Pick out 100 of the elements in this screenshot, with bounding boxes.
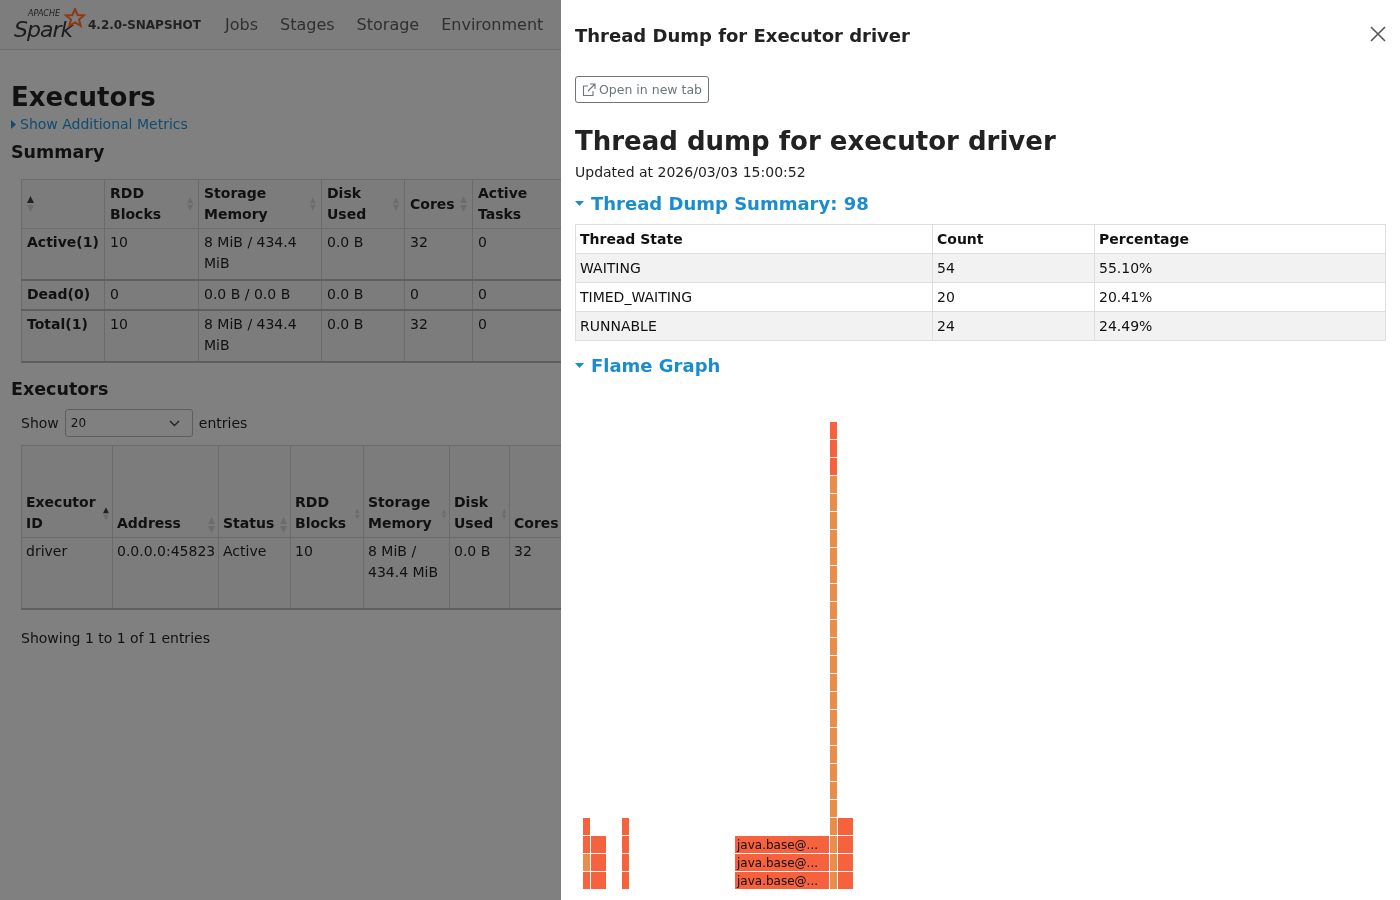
stack-frame[interactable] bbox=[583, 818, 590, 835]
column-header[interactable]: Storage Memory bbox=[198, 179, 322, 229]
open-in-new-tab-button[interactable]: Open in new tab bbox=[575, 76, 710, 103]
stack-frame[interactable] bbox=[830, 602, 837, 619]
column-header[interactable]: Status bbox=[218, 445, 291, 538]
stack-frame[interactable] bbox=[830, 656, 837, 673]
stack-frame[interactable] bbox=[830, 548, 837, 565]
stack-frame[interactable] bbox=[830, 512, 837, 529]
header-label: Storage Memory bbox=[368, 493, 433, 533]
stack-frame[interactable] bbox=[830, 494, 837, 511]
stack-frame[interactable] bbox=[622, 854, 629, 871]
stack-frame[interactable] bbox=[830, 458, 837, 475]
stack-frame[interactable] bbox=[622, 836, 629, 853]
table-cell: 8 MiB / 434.4 MiB bbox=[198, 228, 322, 280]
header-label: Status bbox=[223, 514, 275, 533]
table-cell: 20.41% bbox=[1094, 282, 1386, 312]
table-cell: 10 bbox=[104, 228, 199, 280]
table-info: Showing 1 to 1 of 1 entries bbox=[21, 630, 211, 646]
column-header[interactable]: Storage Memory bbox=[363, 445, 450, 538]
logo-caption: APACHE bbox=[28, 9, 61, 18]
stack-frame[interactable] bbox=[830, 692, 837, 709]
external-link-icon bbox=[582, 82, 596, 97]
entries-label: entries bbox=[198, 415, 248, 431]
stack-frame[interactable]: java.base@... bbox=[735, 854, 829, 871]
stack-frame[interactable] bbox=[591, 836, 606, 853]
table-cell: driver bbox=[21, 537, 113, 609]
table-cell: 20 bbox=[932, 282, 1095, 312]
stack-frame[interactable] bbox=[838, 872, 853, 889]
nav-link[interactable]: Jobs bbox=[225, 15, 258, 34]
stack-frame[interactable] bbox=[830, 584, 837, 601]
page-size-select[interactable]: 20 bbox=[64, 409, 193, 437]
column-header[interactable]: Cores bbox=[509, 445, 561, 538]
caret-icon bbox=[11, 119, 16, 129]
stack-frame[interactable] bbox=[830, 872, 837, 889]
column-header[interactable]: Address bbox=[112, 445, 219, 538]
column-header[interactable]: Active Tasks bbox=[472, 179, 561, 229]
table-cell: 0.0 B bbox=[321, 310, 405, 362]
flame-graph-toggle[interactable]: Flame Graph bbox=[575, 355, 1386, 376]
nav-link[interactable]: Stages bbox=[280, 15, 335, 34]
header-label: Storage Memory bbox=[204, 184, 269, 224]
column-header[interactable]: Executor ID bbox=[21, 445, 113, 538]
stack-frame[interactable] bbox=[830, 440, 837, 457]
stack-frame[interactable] bbox=[830, 764, 837, 781]
stack-frame[interactable] bbox=[591, 854, 606, 871]
table-cell: 24 bbox=[932, 311, 1095, 341]
table-cell: 32 bbox=[404, 310, 473, 362]
stack-frame[interactable] bbox=[622, 818, 629, 835]
stack-frame[interactable] bbox=[830, 422, 837, 439]
stack-frame[interactable] bbox=[583, 836, 590, 853]
column-header[interactable]: Disk Used bbox=[321, 179, 405, 229]
stack-frame[interactable] bbox=[838, 854, 853, 871]
stack-frame[interactable] bbox=[838, 836, 853, 853]
stack-frame[interactable] bbox=[622, 872, 629, 889]
table-cell: 0 bbox=[472, 228, 561, 280]
table-cell: TIMED_WAITING bbox=[575, 282, 933, 312]
updated-time: Updated at 2026/03/03 15:00:52 bbox=[575, 164, 807, 180]
stack-frame[interactable] bbox=[830, 620, 837, 637]
stack-frame[interactable] bbox=[830, 818, 837, 835]
stack-frame[interactable] bbox=[830, 746, 837, 763]
stack-frame[interactable] bbox=[830, 530, 837, 547]
stack-frame[interactable] bbox=[830, 782, 837, 799]
table-cell: 0 bbox=[404, 280, 473, 310]
close-icon[interactable] bbox=[1370, 25, 1386, 42]
table-cell: Dead(0) bbox=[21, 280, 105, 310]
section-heading: Executors bbox=[11, 379, 110, 399]
logo-text: Spark bbox=[14, 17, 73, 42]
column-header[interactable] bbox=[21, 179, 105, 229]
column-header[interactable]: Cores bbox=[404, 179, 473, 229]
column-header[interactable]: Disk Used bbox=[449, 445, 510, 538]
stack-frame[interactable]: java.base@... bbox=[735, 872, 829, 889]
stack-frame[interactable] bbox=[583, 872, 590, 889]
column-header[interactable]: RDD Blocks bbox=[104, 179, 199, 229]
header-label: Disk Used bbox=[454, 493, 495, 533]
stack-frame[interactable] bbox=[830, 674, 837, 691]
stack-frame[interactable] bbox=[830, 800, 837, 817]
table-cell: 0 bbox=[104, 280, 199, 310]
caret-icon bbox=[575, 362, 584, 369]
table-cell: 8 MiB / 434.4 MiB bbox=[198, 310, 322, 362]
stack-frame[interactable] bbox=[583, 854, 590, 871]
page-title: Executors bbox=[11, 82, 157, 112]
stack-frame[interactable] bbox=[830, 566, 837, 583]
stack-frame[interactable] bbox=[830, 476, 837, 493]
nav-link[interactable]: Environment bbox=[441, 15, 544, 34]
thread-summary-toggle[interactable]: Thread Dump Summary: 98 bbox=[575, 193, 1386, 214]
stack-frame[interactable]: java.base@... bbox=[735, 836, 829, 853]
stack-frame[interactable] bbox=[838, 818, 853, 835]
header-label: Address bbox=[117, 514, 181, 533]
table-cell: 0.0 B bbox=[321, 280, 405, 310]
stack-frame[interactable] bbox=[591, 872, 606, 889]
stack-frame[interactable] bbox=[830, 854, 837, 871]
header-label: RDD Blocks bbox=[295, 493, 348, 533]
additional-metrics-toggle[interactable]: Show Additional Metrics bbox=[11, 116, 561, 132]
column-header[interactable]: RDD Blocks bbox=[290, 445, 364, 538]
stack-frame[interactable] bbox=[830, 836, 837, 853]
stack-frame[interactable] bbox=[830, 728, 837, 745]
stack-frame[interactable] bbox=[830, 638, 837, 655]
drawer-title: Thread Dump for Executor driver bbox=[575, 25, 910, 46]
header-label: Disk Used bbox=[327, 184, 368, 224]
nav-link[interactable]: Storage bbox=[356, 15, 420, 34]
stack-frame[interactable] bbox=[830, 710, 837, 727]
